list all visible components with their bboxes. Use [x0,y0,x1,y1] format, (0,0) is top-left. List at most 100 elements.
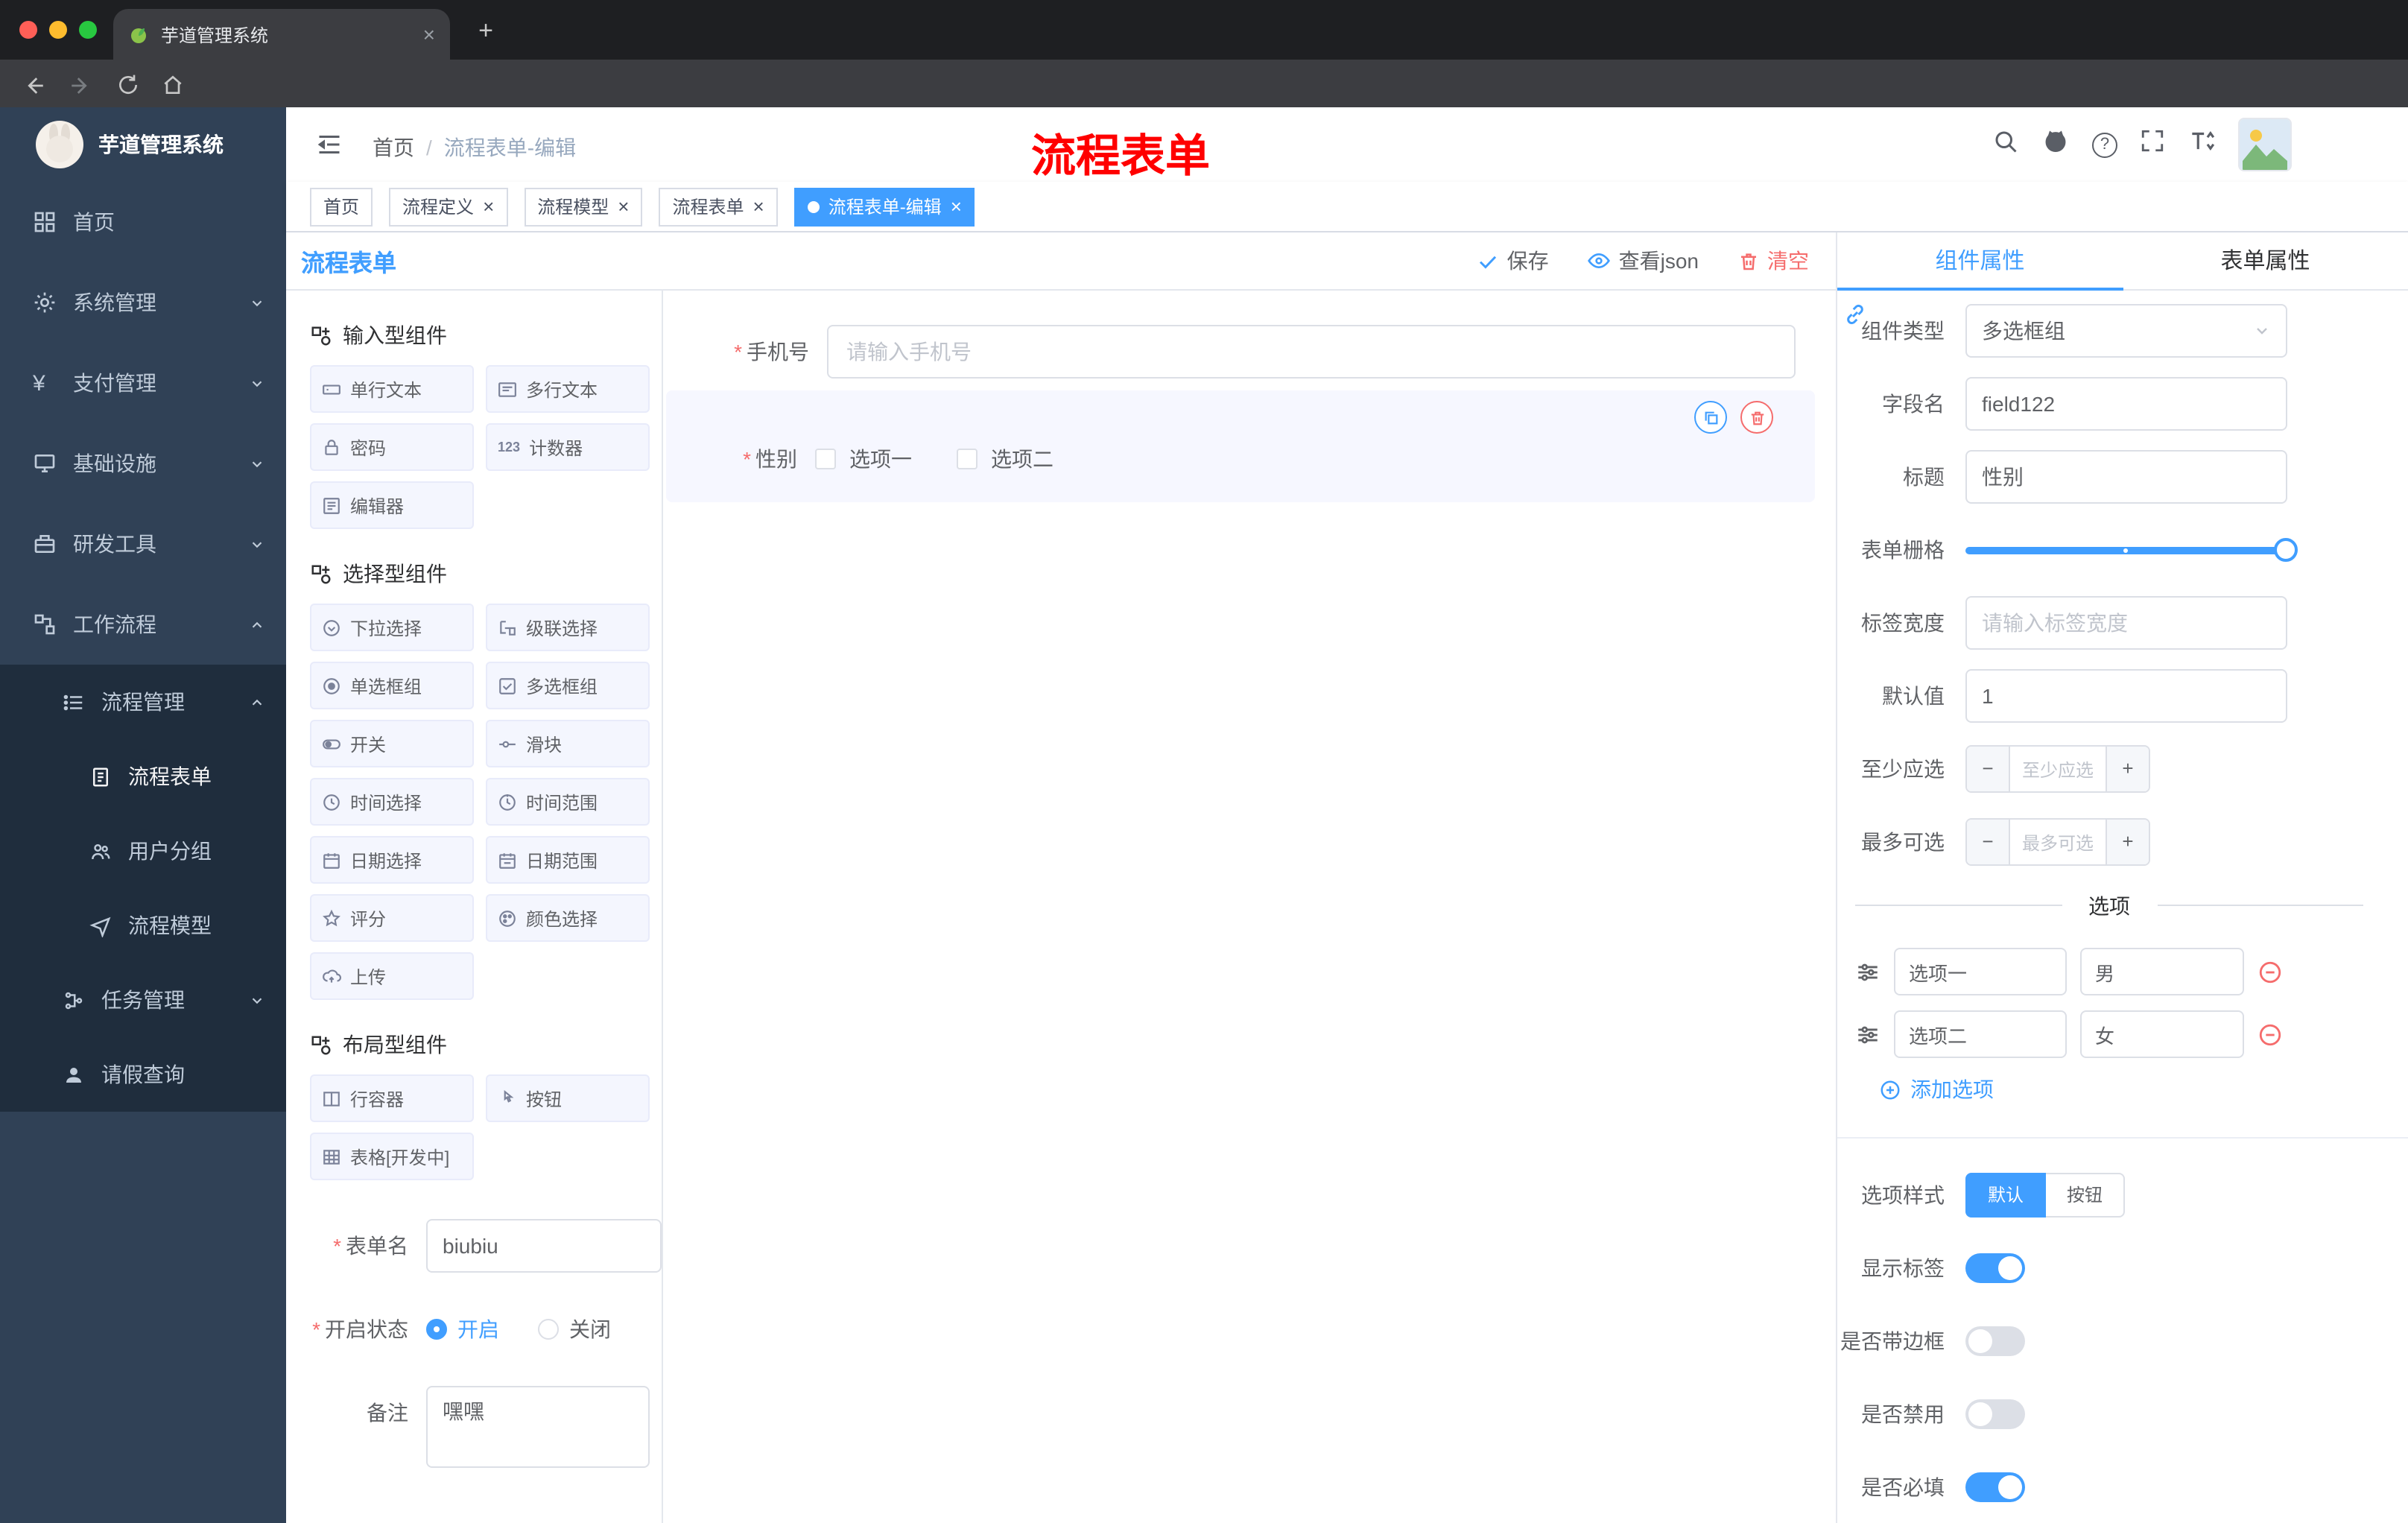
remove-option-icon[interactable] [2258,1022,2283,1047]
style-button-button[interactable]: 按钮 [2046,1173,2126,1218]
sidebar-collapse-icon[interactable] [316,131,343,165]
grid-slider[interactable] [1965,523,2298,577]
comp-editor[interactable]: 编辑器 [310,481,474,529]
comp-time-range[interactable]: 时间范围 [486,778,650,826]
drag-handle-icon[interactable] [1855,959,1881,984]
sidebar-item-home[interactable]: 首页 [0,182,286,262]
sidebar-item-process-model[interactable]: 流程模型 [0,888,286,963]
tag-process-form[interactable]: 流程表单 × [659,187,778,226]
component-type-select[interactable]: 多选框组 [1965,304,2287,358]
remark-textarea[interactable]: 嘿嘿 [426,1386,650,1468]
title-input[interactable] [1965,450,2287,504]
comp-select[interactable]: 下拉选择 [310,604,474,651]
sidebar-item-payment[interactable]: ¥ 支付管理 [0,343,286,423]
home-icon[interactable] [155,67,191,103]
sidebar-item-infrastructure[interactable]: 基础设施 [0,423,286,504]
decrease-button[interactable]: − [1967,747,2010,791]
tag-width-input[interactable] [1965,596,2287,650]
tag-close-icon[interactable]: × [753,195,764,218]
tab-form-props[interactable]: 表单属性 [2123,232,2408,289]
comp-cascader[interactable]: 级联选择 [486,604,650,651]
required-switch[interactable] [1965,1472,2025,1502]
comp-counter[interactable]: 123 计数器 [486,423,650,471]
search-icon[interactable] [1992,127,2019,162]
status-off-radio[interactable]: 关闭 [538,1314,611,1344]
style-default-button[interactable]: 默认 [1965,1173,2047,1218]
comp-switch[interactable]: 开关 [310,720,474,767]
status-on-radio[interactable]: 开启 [426,1314,499,1344]
back-icon[interactable] [15,67,51,103]
comp-rate[interactable]: 评分 [310,894,474,942]
tab-close-icon[interactable]: × [423,22,435,46]
form-name-input[interactable] [426,1219,662,1273]
save-button[interactable]: 保存 [1477,246,1549,276]
sidebar-item-process-management[interactable]: 流程管理 [0,665,286,739]
decrease-button[interactable]: − [1967,820,2010,864]
sidebar-item-leave-query[interactable]: 请假查询 [0,1037,286,1112]
tag-process-form-edit[interactable]: 流程表单-编辑 × [793,187,975,226]
sidebar-item-user-group[interactable]: 用户分组 [0,814,286,888]
sidebar-item-workflow[interactable]: 工作流程 [0,584,286,665]
remove-option-icon[interactable] [2258,959,2283,984]
min-select-placeholder[interactable]: 至少应选 [2010,747,2106,791]
add-option-button[interactable]: 添加选项 [1879,1074,2408,1104]
copy-field-button[interactable] [1694,401,1727,434]
increase-button[interactable]: + [2106,820,2149,864]
form-canvas[interactable]: 手机号 性别 选项一 选项二 [663,291,1836,1523]
default-value-input[interactable] [1965,669,2287,723]
comp-color-picker[interactable]: 颜色选择 [486,894,650,942]
comp-row-container[interactable]: 行容器 [310,1074,474,1122]
comp-password[interactable]: 密码 [310,423,474,471]
option-name-input[interactable] [1894,1010,2067,1058]
increase-button[interactable]: + [2106,747,2149,791]
tab-component-props[interactable]: 组件属性 [1837,232,2123,291]
forward-icon[interactable] [63,67,98,103]
font-size-icon[interactable] [2187,127,2216,162]
sidebar-item-system[interactable]: 系统管理 [0,262,286,343]
tag-home[interactable]: 首页 [310,187,373,226]
show-label-switch[interactable] [1965,1253,2025,1283]
comp-upload[interactable]: 上传 [310,952,474,1000]
avatar[interactable] [2238,118,2292,171]
comp-time-picker[interactable]: 时间选择 [310,778,474,826]
breadcrumb-home-link[interactable]: 首页 [373,136,414,159]
tag-close-icon[interactable]: × [618,195,629,218]
window-zoom-button[interactable] [79,21,97,39]
help-icon[interactable]: ? [2092,132,2117,157]
comp-slider[interactable]: 滑块 [486,720,650,767]
disabled-switch[interactable] [1965,1399,2025,1429]
sidebar-item-process-form[interactable]: 流程表单 [0,739,286,814]
option-name-input[interactable] [1894,948,2067,995]
tag-close-icon[interactable]: × [483,195,494,218]
comp-date-picker[interactable]: 日期选择 [310,836,474,884]
browser-tab[interactable]: 芋道管理系统 × [113,9,450,60]
slider-handle[interactable] [2274,538,2298,562]
max-select-placeholder[interactable]: 最多可选 [2010,820,2106,864]
fullscreen-icon[interactable] [2140,128,2165,161]
tag-process-model[interactable]: 流程模型 × [524,187,643,226]
reload-icon[interactable] [110,67,146,103]
comp-button[interactable]: 按钮 [486,1074,650,1122]
option-value-input[interactable] [2080,948,2244,995]
gender-option1-checkbox[interactable]: 选项一 [815,444,912,474]
comp-multiline-text[interactable]: 多行文本 [486,365,650,413]
clear-button[interactable]: 清空 [1737,246,1809,276]
gender-option2-checkbox[interactable]: 选项二 [957,444,1054,474]
comp-table[interactable]: 表格[开发中] [310,1133,474,1180]
new-tab-button[interactable]: + [468,15,504,51]
sidebar-item-task-management[interactable]: 任务管理 [0,963,286,1037]
drag-handle-icon[interactable] [1855,1022,1881,1047]
window-close-button[interactable] [19,21,37,39]
field-phone[interactable]: 手机号 [678,325,1796,379]
window-minimize-button[interactable] [49,21,67,39]
tag-close-icon[interactable]: × [951,195,962,218]
github-icon[interactable] [2041,127,2070,162]
comp-checkbox-group[interactable]: 多选框组 [486,662,650,709]
comp-radio-group[interactable]: 单选框组 [310,662,474,709]
field-name-input[interactable] [1965,377,2287,431]
comp-date-range[interactable]: 日期范围 [486,836,650,884]
field-gender-selected[interactable]: 性别 选项一 选项二 [666,390,1815,502]
sidebar-item-devtools[interactable]: 研发工具 [0,504,286,584]
comp-single-line-text[interactable]: 单行文本 [310,365,474,413]
option-value-input[interactable] [2080,1010,2244,1058]
